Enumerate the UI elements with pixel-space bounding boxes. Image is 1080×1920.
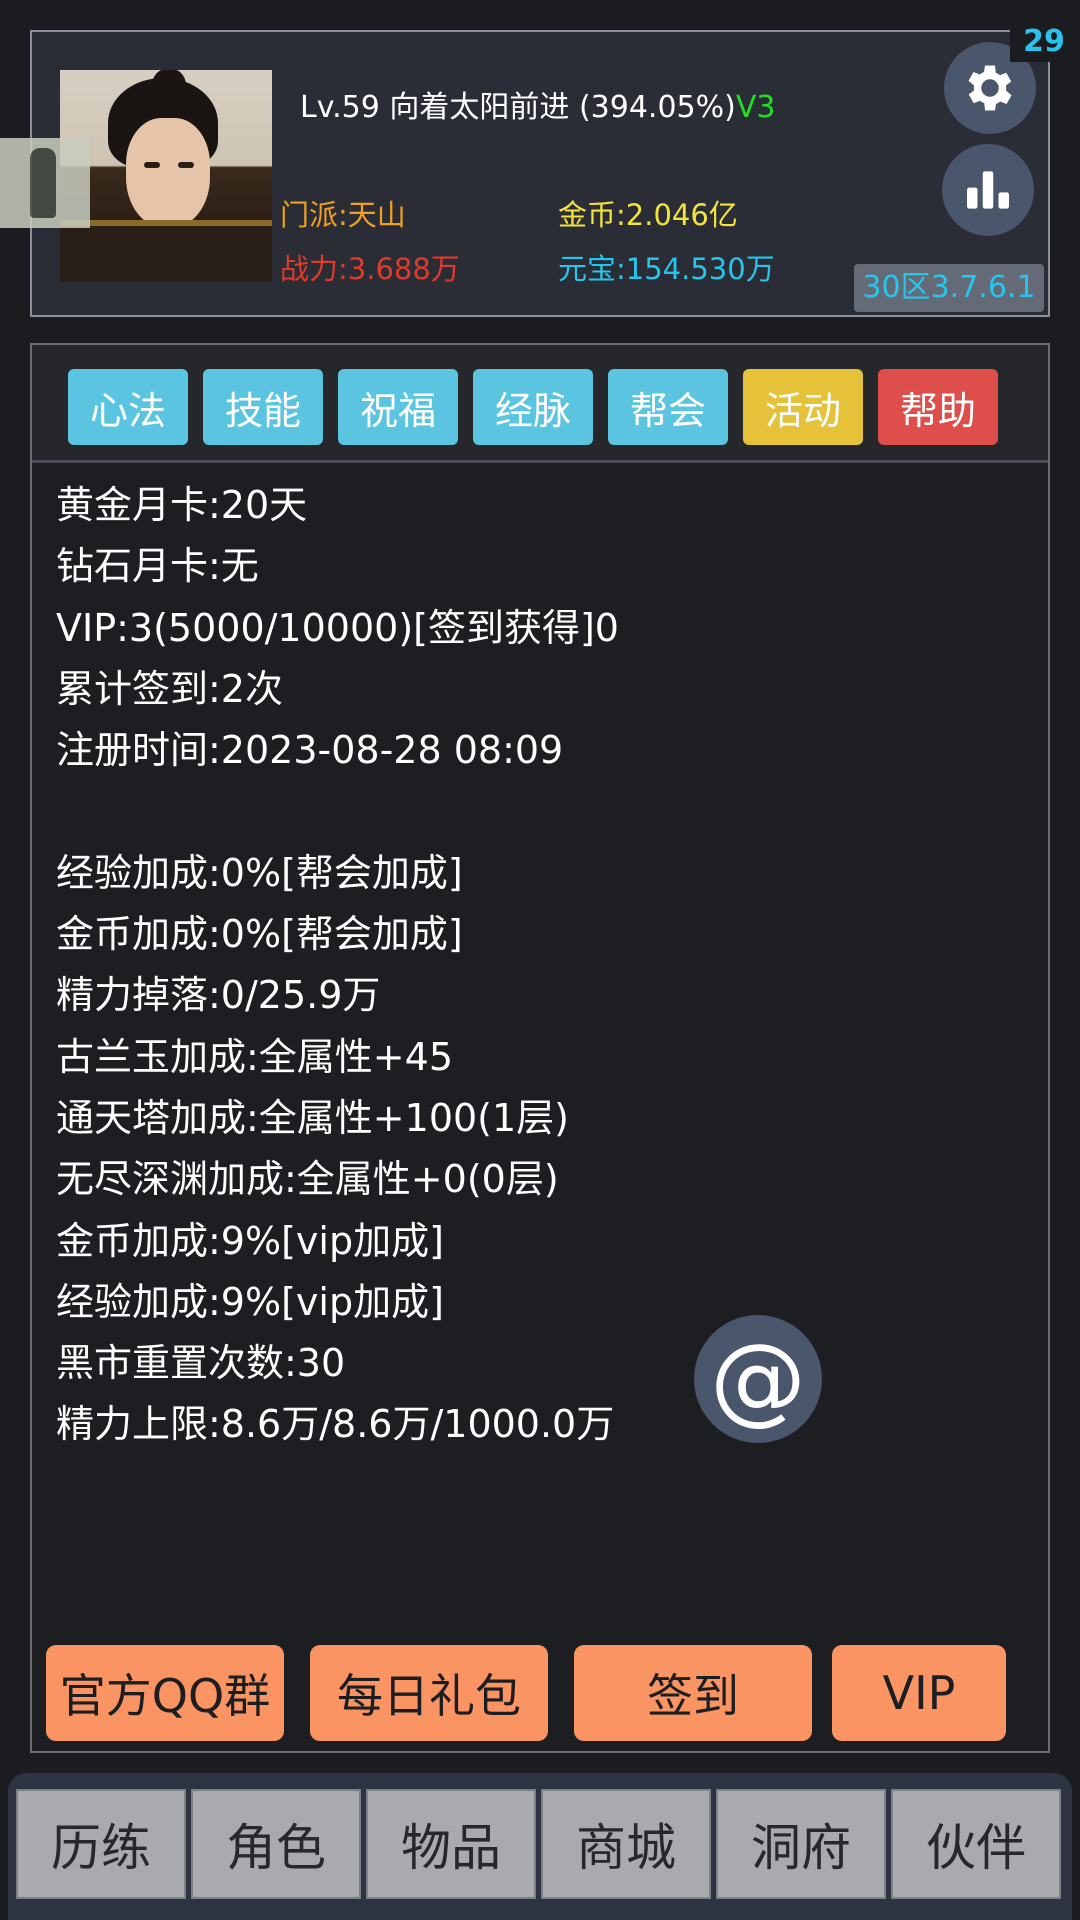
avatar[interactable]	[60, 70, 272, 282]
tab-bar: 心法 技能 祝福 经脉 帮会 活动 帮助	[32, 345, 1048, 463]
info-gulanyu-bonus: 古兰玉加成:全属性+45	[56, 1034, 453, 1079]
signin-button[interactable]: 签到	[574, 1645, 812, 1741]
stats-button[interactable]	[942, 144, 1034, 236]
info-register-time: 注册时间:2023-08-28 08:09	[56, 728, 564, 773]
nav-partners[interactable]: 伙伴	[891, 1789, 1061, 1899]
vip-button[interactable]: VIP	[832, 1645, 1006, 1741]
gear-icon	[968, 65, 1012, 111]
tab-events[interactable]: 活动	[743, 369, 863, 445]
server-version-tag: 30区3.7.6.1	[854, 264, 1044, 312]
tab-meridians[interactable]: 经脉	[473, 369, 593, 445]
official-qq-group-button[interactable]: 官方QQ群	[46, 1645, 284, 1741]
side-thumbnail[interactable]	[0, 138, 90, 228]
at-mention-button[interactable]: @	[694, 1315, 822, 1443]
main-panel: 心法 技能 祝福 经脉 帮会 活动 帮助 黄金月卡:20天 钻石月卡:无 VIP…	[30, 343, 1050, 1753]
notification-badge: 29	[1010, 22, 1078, 62]
daily-gift-button[interactable]: 每日礼包	[310, 1645, 548, 1741]
tab-skills[interactable]: 技能	[203, 369, 323, 445]
info-energy-drop: 精力掉落:0/25.9万	[56, 973, 381, 1018]
player-level: Lv.59	[300, 90, 380, 125]
tab-xinfa[interactable]: 心法	[68, 369, 188, 445]
nav-items[interactable]: 物品	[366, 1789, 536, 1899]
power-stat: 战力:3.688万	[280, 252, 460, 286]
player-name: 向着太阳前进	[389, 90, 570, 125]
info-gold-vip-bonus: 金币加成:9%[vip加成]	[56, 1218, 444, 1263]
gold-stat: 金币:2.046亿	[558, 198, 738, 232]
nav-shop[interactable]: 商城	[541, 1789, 711, 1899]
info-exp-vip-bonus: 经验加成:9%[vip加成]	[56, 1279, 444, 1324]
level-name-line: Lv.59 向着太阳前进 (394.05%)V3	[300, 82, 775, 126]
tab-guild[interactable]: 帮会	[608, 369, 728, 445]
exp-percent: (394.05%)	[578, 90, 736, 125]
profile-card: Lv.59 向着太阳前进 (394.05%)V3 门派:天山 金币:2.046亿…	[30, 22, 1078, 317]
nav-cave[interactable]: 洞府	[716, 1789, 886, 1899]
info-abyss-bonus: 无尽深渊加成:全属性+0(0层)	[56, 1157, 559, 1202]
info-gold-card: 黄金月卡:20天	[56, 483, 308, 527]
info-tower-bonus: 通天塔加成:全属性+100(1层)	[56, 1095, 570, 1140]
sect-stat: 门派:天山	[280, 198, 406, 232]
info-diamond-card: 钻石月卡:无	[56, 544, 259, 589]
info-vip-progress: VIP:3(5000/10000)[签到获得]0	[56, 605, 619, 650]
bottom-nav: 历练 角色 物品 商城 洞府 伙伴	[8, 1773, 1072, 1920]
vip-level: V3	[735, 90, 776, 125]
info-exp-guild-bonus: 经验加成:0%[帮会加成]	[56, 850, 463, 895]
info-energy-cap: 精力上限:8.6万/8.6万/1000.0万	[56, 1402, 615, 1447]
tab-blessing[interactable]: 祝福	[338, 369, 458, 445]
player-info-list: 黄金月卡:20天 钻石月卡:无 VIP:3(5000/10000)[签到获得]0…	[56, 475, 1016, 1456]
info-signin-count: 累计签到:2次	[56, 666, 283, 711]
nav-training[interactable]: 历练	[16, 1789, 186, 1899]
info-blackmarket-resets: 黑市重置次数:30	[56, 1341, 346, 1386]
ingot-stat: 元宝:154.530万	[558, 252, 775, 286]
bar-chart-icon	[967, 171, 1009, 209]
nav-character[interactable]: 角色	[191, 1789, 361, 1899]
info-gold-guild-bonus: 金币加成:0%[帮会加成]	[56, 912, 463, 957]
tab-help[interactable]: 帮助	[878, 369, 998, 445]
